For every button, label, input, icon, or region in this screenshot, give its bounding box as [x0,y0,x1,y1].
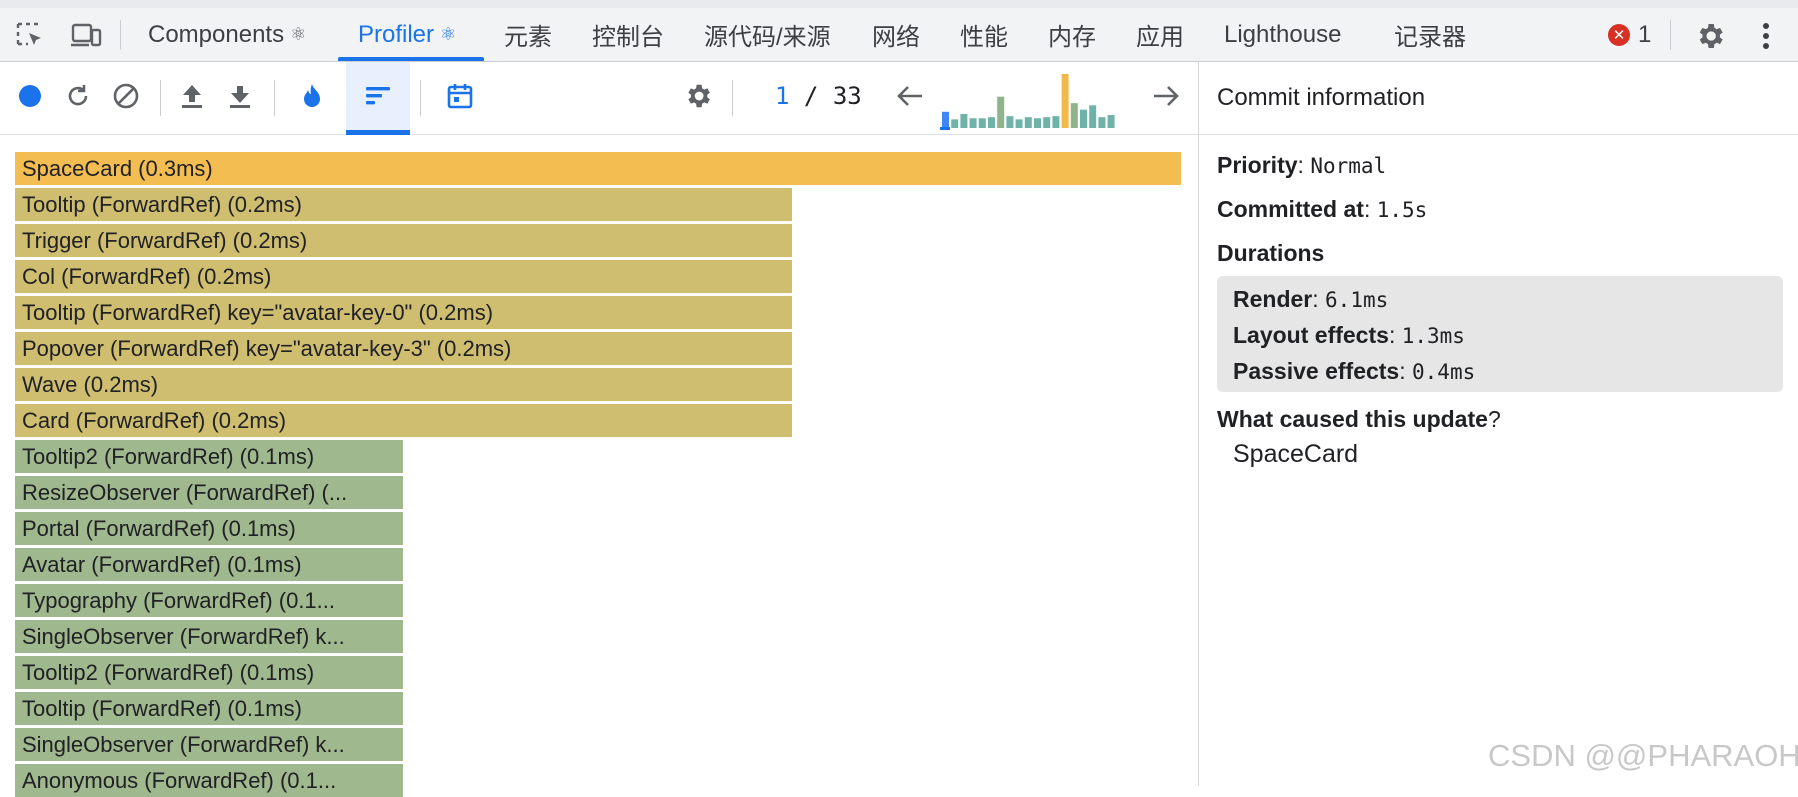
selected-commit-underline [940,127,950,130]
commit-bar[interactable] [1107,115,1115,128]
settings-gear-icon[interactable] [1692,18,1728,54]
commit-bar[interactable] [960,113,968,128]
commit-index: 1 / 33 [775,82,862,110]
tab-components[interactable]: Components ⚛ [148,8,306,61]
ranked-view-icon[interactable] [356,74,400,118]
commit-bar[interactable] [1098,117,1106,128]
tab-network[interactable]: 网络 [872,8,920,61]
flame-bar[interactable]: Tooltip (ForwardRef) key="avatar-key-0" … [15,296,792,329]
flame-bar[interactable]: Avatar (ForwardRef) (0.1ms) [15,548,403,581]
tab-application[interactable]: 应用 [1136,8,1184,61]
durations-heading: Durations [1217,240,1325,266]
update-cause-heading: What caused this update? [1217,406,1501,432]
render-duration-value: 6.1ms [1325,288,1389,312]
commit-info-header: Commit information [1199,62,1798,135]
commit-bar[interactable] [969,118,977,128]
flame-bar[interactable]: Portal (ForwardRef) (0.1ms) [15,512,403,545]
commit-bar[interactable] [951,119,959,128]
more-options-icon[interactable] [1748,18,1784,54]
committed-at-value: 1.5s [1376,198,1428,222]
update-cause-component[interactable]: SpaceCard [1233,440,1358,469]
devtools-tabbar: Components ⚛ Profiler ⚛ 元素 控制台 源代码/来源 网络 性… [0,0,1798,62]
profiler-settings-gear-icon[interactable] [676,74,720,118]
active-tab-indicator [338,57,484,61]
tab-sources[interactable]: 源代码/来源 [704,8,831,61]
previous-commit-arrow-icon[interactable] [888,74,932,118]
tab-elements[interactable]: 元素 [504,8,552,61]
react-icon: ⚛ [440,24,457,44]
commit-bar[interactable] [988,117,995,128]
passive-effects-value: 0.4ms [1412,360,1476,384]
flame-bar[interactable]: SpaceCard (0.3ms) [15,152,1181,185]
flame-bar[interactable]: SingleObserver (ForwardRef) k... [15,620,403,653]
tab-performance[interactable]: 性能 [960,8,1008,61]
tab-recorder[interactable]: 记录器 [1394,8,1466,61]
flame-bar[interactable]: Trigger (ForwardRef) (0.2ms) [15,224,792,257]
durations-box: Render: 6.1ms Layout effects: 1.3ms Pass… [1217,276,1783,392]
commit-bar[interactable] [1052,116,1060,128]
commit-bar[interactable] [1024,117,1032,128]
flame-bar[interactable]: Wave (0.2ms) [15,368,792,401]
ranked-view-indicator [346,130,410,135]
tab-lighthouse[interactable]: Lighthouse [1224,8,1341,61]
flamegraph-view-icon[interactable] [290,74,334,118]
commit-bar[interactable] [1043,117,1051,128]
priority-row: Priority: Normal [1217,152,1387,178]
layout-effects-value: 1.3ms [1401,324,1465,348]
commit-bar-chart[interactable] [940,72,1130,130]
react-icon: ⚛ [290,24,307,44]
layout-effects-row: Layout effects: 1.3ms [1233,322,1465,348]
passive-effects-row: Passive effects: 0.4ms [1233,358,1476,384]
commit-bar[interactable] [1089,105,1097,128]
commit-bar[interactable] [1080,109,1087,128]
flame-bar[interactable]: Card (ForwardRef) (0.2ms) [15,404,792,437]
flame-bar[interactable]: Col (ForwardRef) (0.2ms) [15,260,792,293]
tab-memory[interactable]: 内存 [1048,8,1096,61]
reload-and-profile-icon[interactable] [56,74,100,118]
next-commit-arrow-icon[interactable] [1144,74,1188,118]
commit-bar[interactable] [1061,74,1069,128]
tab-console[interactable]: 控制台 [592,8,664,61]
save-profile-icon[interactable] [218,74,262,118]
commit-total: 33 [832,82,862,110]
flame-bar[interactable]: Tooltip2 (ForwardRef) (0.1ms) [15,656,403,689]
flame-bar[interactable]: Tooltip (ForwardRef) (0.1ms) [15,692,403,725]
priority-value: Normal [1310,154,1387,178]
flame-bar[interactable]: Anonymous (ForwardRef) (0.1... [15,764,403,797]
commit-bar[interactable] [1034,118,1041,128]
commit-current: 1 [775,82,790,110]
flame-bar[interactable]: Tooltip (ForwardRef) (0.2ms) [15,188,792,221]
flame-bar[interactable]: Tooltip2 (ForwardRef) (0.1ms) [15,440,403,473]
watermark: CSDN @@PHARAOH [1488,738,1798,773]
commit-info-title: Commit information [1217,84,1426,111]
commit-information-panel: Commit information Priority: Normal Comm… [1198,62,1798,786]
render-duration-row: Render: 6.1ms [1233,286,1389,312]
error-count: 1 [1638,21,1652,48]
commit-bar[interactable] [1015,119,1023,128]
error-counter[interactable]: ✕ 1 [1608,20,1651,50]
commit-bar[interactable] [997,96,1005,128]
commit-bar[interactable] [978,118,986,128]
profiler-toolbar: 1 / 33 [0,62,1198,135]
inspect-element-icon[interactable] [12,18,48,54]
commit-bar[interactable] [1006,116,1014,128]
device-toolbar-icon[interactable] [68,18,104,54]
flame-bar[interactable]: Popover (ForwardRef) key="avatar-key-3" … [15,332,792,365]
committed-at-row: Committed at: 1.5s [1217,196,1428,222]
flame-bar[interactable]: ResizeObserver (ForwardRef) (... [15,476,403,509]
flame-bar[interactable]: SingleObserver (ForwardRef) k... [15,728,403,761]
tab-profiler[interactable]: Profiler ⚛ [358,8,456,61]
commit-bar[interactable] [942,111,949,128]
timeline-calendar-icon[interactable] [438,74,482,118]
commit-bar[interactable] [1070,103,1078,128]
flame-bar[interactable]: Typography (ForwardRef) (0.1... [15,584,403,617]
load-profile-icon[interactable] [170,74,214,118]
error-icon: ✕ [1608,24,1630,46]
clear-profiling-icon[interactable] [104,74,148,118]
record-button[interactable] [8,74,52,118]
